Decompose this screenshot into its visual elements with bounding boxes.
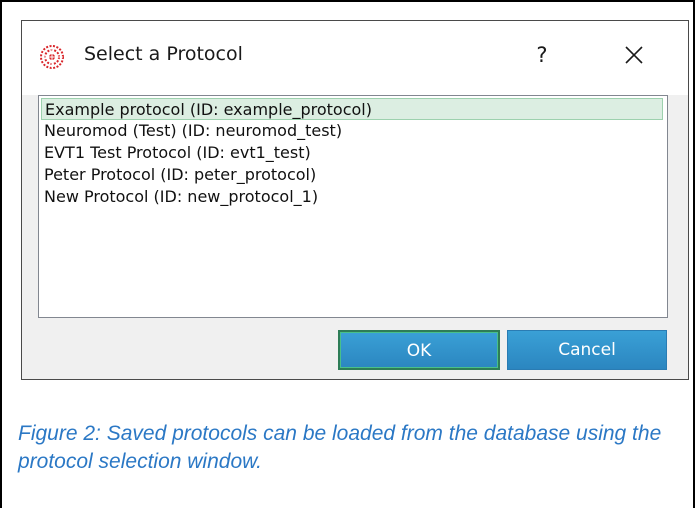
- ok-button[interactable]: OK: [338, 330, 500, 370]
- cancel-button[interactable]: Cancel: [507, 330, 667, 370]
- dialog-title: Select a Protocol: [84, 43, 243, 65]
- dialog-titlebar: Select a Protocol ?: [22, 21, 688, 95]
- list-item[interactable]: Neuromod (Test) (ID: neuromod_test): [41, 120, 663, 142]
- dialog-content: Example protocol (ID: example_protocol) …: [22, 95, 688, 379]
- protocol-list[interactable]: Example protocol (ID: example_protocol) …: [38, 95, 668, 318]
- list-item[interactable]: Example protocol (ID: example_protocol): [41, 98, 663, 120]
- list-item[interactable]: Peter Protocol (ID: peter_protocol): [41, 164, 663, 186]
- select-protocol-dialog: Select a Protocol ? Example protocol (ID…: [21, 20, 689, 380]
- app-logo-icon: [40, 45, 64, 69]
- list-item[interactable]: EVT1 Test Protocol (ID: evt1_test): [41, 142, 663, 164]
- help-button[interactable]: ?: [527, 37, 557, 73]
- list-item[interactable]: New Protocol (ID: new_protocol_1): [41, 186, 663, 208]
- figure-caption: Figure 2: Saved protocols can be loaded …: [18, 422, 662, 473]
- close-icon[interactable]: [618, 39, 650, 71]
